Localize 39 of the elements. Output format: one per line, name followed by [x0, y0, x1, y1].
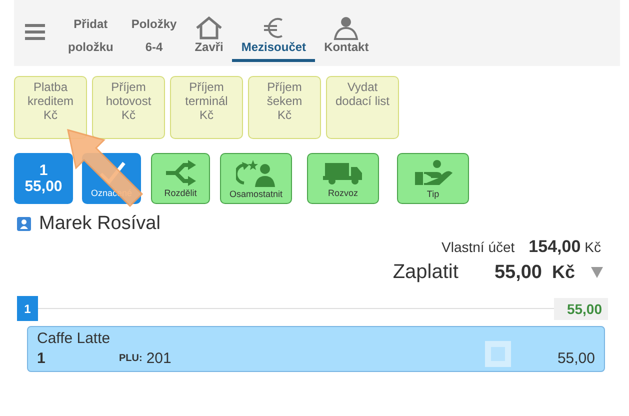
delivery-button[interactable]: Rozvoz — [307, 153, 379, 204]
payment-button[interactable]: Příjem terminál Kč — [170, 76, 243, 139]
payment-button[interactable]: Vydat dodací list — [326, 76, 399, 139]
person-star-icon — [236, 158, 276, 186]
split-button[interactable]: Rozdělit — [151, 153, 210, 204]
group-number: 1 — [17, 296, 38, 321]
hand-coin-icon — [413, 158, 453, 186]
separate-button[interactable]: Osamostatnit — [220, 153, 292, 204]
tip-button[interactable]: Tip — [397, 153, 469, 204]
pay-amount: 55,00 — [494, 262, 542, 284]
own-account-label: Vlastní účet — [442, 239, 515, 255]
payment-button[interactable]: Příjem hotovost Kč — [92, 76, 165, 139]
menu-icon[interactable] — [25, 24, 45, 40]
group-total: 55,00 — [554, 298, 608, 320]
order-item[interactable]: Caffe Latte 1 PLU: 201 55,00 — [27, 326, 605, 372]
item-quantity: 1 — [37, 350, 46, 367]
nav-tab[interactable]: Mezisoučet — [232, 16, 316, 62]
plu-number: 201 — [146, 350, 172, 367]
own-account-amount: 154,00 — [528, 237, 581, 257]
item-checkbox[interactable] — [485, 340, 512, 366]
currency-label: Kč — [552, 262, 575, 283]
currency-label: Kč — [584, 239, 601, 255]
nav-tab[interactable]: Položky 6-4 — [122, 17, 186, 62]
item-price: 55,00 — [557, 350, 595, 367]
nav-tab[interactable]: Zavři — [186, 16, 232, 62]
contact-icon — [17, 217, 31, 231]
plu-label: PLU: — [119, 353, 142, 364]
house-icon — [195, 16, 224, 40]
person-icon — [332, 16, 360, 40]
payment-button[interactable]: Platba kreditem Kč — [14, 76, 87, 139]
item-name: Caffe Latte — [37, 330, 112, 347]
payment-button[interactable]: Příjem šekem Kč — [248, 76, 321, 139]
customer-name: Marek Rosíval — [39, 213, 160, 235]
nav-tab[interactable]: Přidat položku — [59, 17, 122, 62]
nav-tab[interactable]: Kontakt — [315, 16, 378, 62]
pay-label: Zaplatit — [392, 261, 458, 284]
split-arrows-icon — [164, 160, 198, 186]
selected-count-button[interactable]: 1 55,00 — [14, 153, 73, 204]
dropdown-arrow-icon[interactable] — [591, 266, 603, 278]
